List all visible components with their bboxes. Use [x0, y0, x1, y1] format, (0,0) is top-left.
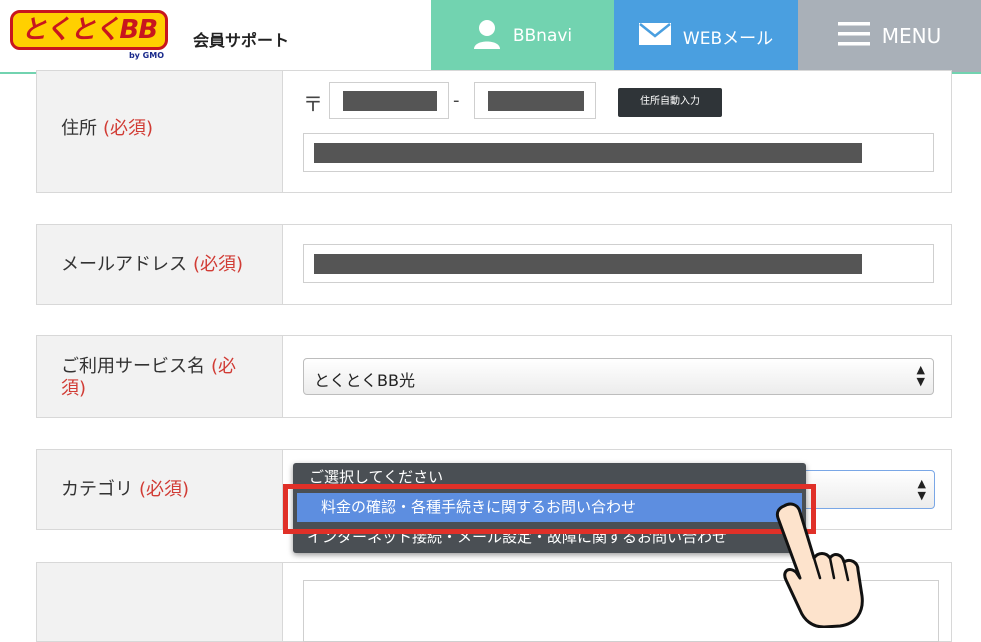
- email-label-cell: メールアドレス (必須): [37, 225, 283, 304]
- address-label-cell: 住所 (必須): [37, 71, 283, 192]
- site-header: とくとくBB by GMO 会員サポート BBnavi WEBメール MENU: [0, 0, 981, 74]
- redacted-value: [314, 254, 862, 274]
- zip-code-second-input[interactable]: [474, 82, 596, 119]
- menu-label: MENU: [881, 24, 942, 48]
- address-label: 住所 (必須): [61, 118, 154, 139]
- address-autofill-button[interactable]: 住所自動入力: [618, 88, 722, 117]
- redacted-value: [343, 91, 437, 111]
- postal-mark: 〒: [303, 92, 323, 116]
- category-label: カテゴリ (必須): [61, 479, 190, 500]
- hand-pointer-icon: [770, 500, 870, 629]
- menu-button[interactable]: MENU: [798, 0, 981, 72]
- address-input[interactable]: [303, 133, 934, 172]
- up-down-arrow-icon: ▲ ▼: [916, 363, 925, 388]
- hamburger-icon: [837, 21, 870, 51]
- bbnavi-label: BBnavi: [512, 26, 573, 46]
- service-select[interactable]: とくとくBB光 ▲ ▼: [303, 358, 934, 395]
- required-mark: (必: [211, 356, 237, 377]
- email-label: メールアドレス (必須): [61, 254, 244, 275]
- required-mark: (必須): [193, 254, 244, 275]
- webmail-label: WEBメール: [682, 28, 774, 49]
- category-label-cell: カテゴリ (必須): [37, 450, 283, 529]
- zip-separator: -: [453, 90, 460, 111]
- zip-code-first-input[interactable]: [329, 82, 449, 119]
- required-mark-cont: 須): [61, 378, 87, 399]
- service-selected-value: とくとくBB光: [314, 371, 415, 390]
- tokutoku-bb-logo[interactable]: とくとくBB by GMO: [10, 10, 168, 60]
- webmail-button[interactable]: WEBメール: [614, 0, 798, 72]
- page-title: 会員サポート: [193, 31, 290, 50]
- highlight-annotation: [283, 484, 816, 534]
- required-mark: (必須): [103, 118, 154, 139]
- redacted-value: [488, 91, 584, 111]
- up-down-arrow-icon: ▲ ▼: [917, 477, 926, 502]
- email-input[interactable]: [303, 244, 934, 283]
- mail-icon: [638, 22, 671, 50]
- logo-text: とくとくBB: [10, 10, 168, 50]
- user-icon: [473, 19, 501, 54]
- redacted-value: [314, 143, 862, 163]
- logo-sub: by GMO: [128, 51, 164, 60]
- service-label: ご利用サービス名 (必 須): [61, 356, 237, 399]
- inquiry-label-cell: [37, 563, 283, 641]
- bbnavi-button[interactable]: BBnavi: [431, 0, 614, 72]
- required-mark: (必須): [139, 479, 190, 500]
- service-label-cell: ご利用サービス名 (必 須): [37, 336, 283, 417]
